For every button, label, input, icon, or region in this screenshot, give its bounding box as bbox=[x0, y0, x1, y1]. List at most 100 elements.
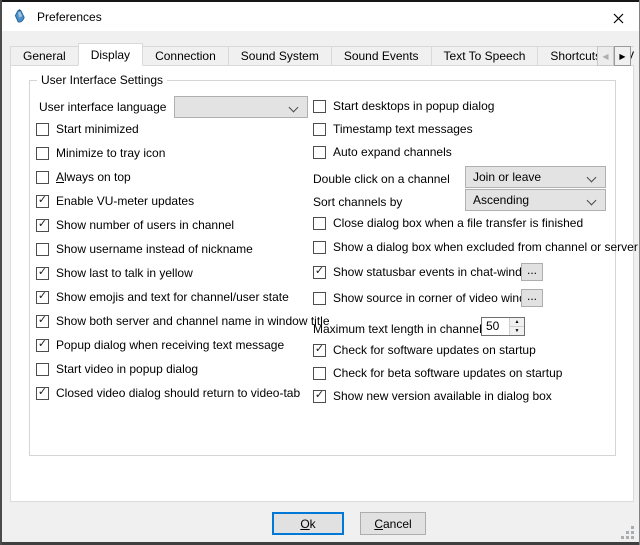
checkbox-label[interactable]: Show number of users in channel bbox=[56, 218, 234, 232]
checkbox-row[interactable]: Start desktops in popup dialog bbox=[313, 97, 494, 115]
display-tab-page: User Interface Settings User interface l… bbox=[10, 65, 634, 502]
checkbox-label[interactable]: Show emojis and text for channel/user st… bbox=[56, 290, 289, 304]
checkbox-label[interactable]: Show username instead of nickname bbox=[56, 242, 253, 256]
checkbox-row[interactable]: Minimize to tray icon bbox=[36, 144, 165, 162]
tab-sound-system[interactable]: Sound System bbox=[228, 46, 332, 66]
video-source-more-button[interactable]: ... bbox=[521, 289, 543, 307]
checkbox-row[interactable]: Show last to talk in yellow bbox=[36, 264, 193, 282]
checkbox-row[interactable]: Check for beta software updates on start… bbox=[313, 364, 562, 382]
checkbox[interactable] bbox=[313, 292, 326, 305]
checkbox-row[interactable]: Show both server and channel name in win… bbox=[36, 312, 330, 330]
cancel-button-label: Cancel bbox=[374, 517, 411, 531]
checkbox-row[interactable]: Close dialog box when a file transfer is… bbox=[313, 214, 583, 232]
checkbox-label[interactable]: Show statusbar events in chat-window bbox=[333, 265, 537, 279]
sort-channels-label: Sort channels by bbox=[313, 195, 402, 209]
checkbox-label[interactable]: Check for beta software updates on start… bbox=[333, 366, 562, 380]
checkbox[interactable] bbox=[313, 100, 326, 113]
close-icon[interactable] bbox=[609, 9, 627, 27]
spinner-up-icon[interactable]: ▲ bbox=[510, 318, 524, 327]
checkbox-label[interactable]: Timestamp text messages bbox=[333, 122, 473, 136]
checkbox-row[interactable]: Start minimized bbox=[36, 120, 139, 138]
checkbox-row[interactable]: Timestamp text messages bbox=[313, 120, 473, 138]
max-text-length-value[interactable]: 50 bbox=[482, 318, 509, 335]
double-click-select[interactable]: Join or leave bbox=[465, 166, 606, 188]
checkbox-row[interactable]: Show username instead of nickname bbox=[36, 240, 253, 258]
checkbox-row[interactable]: Start video in popup dialog bbox=[36, 360, 198, 378]
tab-connection[interactable]: Connection bbox=[142, 46, 229, 66]
resize-grip[interactable] bbox=[621, 526, 635, 540]
tab-text-to-speech[interactable]: Text To Speech bbox=[431, 46, 539, 66]
checkbox-label[interactable]: Start minimized bbox=[56, 122, 139, 136]
checkbox-label[interactable]: Enable VU-meter updates bbox=[56, 194, 194, 208]
checkbox[interactable] bbox=[313, 146, 326, 159]
checkbox-row[interactable]: Show new version available in dialog box bbox=[313, 387, 552, 405]
checkbox[interactable] bbox=[36, 339, 49, 352]
checkbox-label[interactable]: Auto expand channels bbox=[333, 145, 452, 159]
ok-button[interactable]: Ok bbox=[272, 512, 344, 535]
cancel-button[interactable]: Cancel bbox=[360, 512, 426, 535]
checkbox[interactable] bbox=[36, 291, 49, 304]
group-title: User Interface Settings bbox=[37, 73, 167, 87]
checkbox-label[interactable]: Popup dialog when receiving text message bbox=[56, 338, 284, 352]
max-text-length-spinner[interactable]: 50 ▲ ▼ bbox=[481, 317, 525, 336]
max-text-length-label-row: Maximum text length in channel list bbox=[313, 320, 500, 338]
double-click-label-row: Double click on a channel bbox=[313, 170, 450, 188]
checkbox[interactable] bbox=[36, 363, 49, 376]
checkbox-row[interactable]: Show source in corner of video window bbox=[313, 289, 541, 307]
checkbox-row[interactable]: Show emojis and text for channel/user st… bbox=[36, 288, 289, 306]
checkbox[interactable] bbox=[36, 171, 49, 184]
tab-display[interactable]: Display bbox=[78, 43, 143, 66]
checkbox-label[interactable]: Minimize to tray icon bbox=[56, 146, 165, 160]
checkbox-row[interactable]: Auto expand channels bbox=[313, 143, 452, 161]
checkbox-row[interactable]: Popup dialog when receiving text message bbox=[36, 336, 284, 354]
checkbox-label[interactable]: Show new version available in dialog box bbox=[333, 389, 552, 403]
checkbox-label[interactable]: Show both server and channel name in win… bbox=[56, 314, 330, 328]
tab-general[interactable]: General bbox=[10, 46, 79, 66]
checkbox-row[interactable]: Show statusbar events in chat-window bbox=[313, 263, 537, 281]
checkbox-label[interactable]: Closed video dialog should return to vid… bbox=[56, 386, 300, 400]
checkbox[interactable] bbox=[313, 266, 326, 279]
tab-bar: General Display Connection Sound System … bbox=[10, 43, 634, 66]
checkbox-label[interactable]: Show a dialog box when excluded from cha… bbox=[333, 240, 638, 254]
checkbox-row[interactable]: Check for software updates on startup bbox=[313, 341, 536, 359]
checkbox[interactable] bbox=[36, 123, 49, 136]
checkbox[interactable] bbox=[36, 195, 49, 208]
checkbox[interactable] bbox=[36, 387, 49, 400]
checkbox[interactable] bbox=[36, 267, 49, 280]
checkbox[interactable] bbox=[36, 147, 49, 160]
spinner-down-icon[interactable]: ▼ bbox=[510, 327, 524, 335]
checkbox-label[interactable]: Check for software updates on startup bbox=[333, 343, 536, 357]
double-click-value: Join or leave bbox=[473, 170, 541, 184]
checkbox[interactable] bbox=[313, 241, 326, 254]
checkbox[interactable] bbox=[36, 315, 49, 328]
language-row: User interface language bbox=[36, 98, 166, 116]
checkbox-row[interactable]: Show a dialog box when excluded from cha… bbox=[313, 238, 638, 256]
checkbox-label[interactable]: Start desktops in popup dialog bbox=[333, 99, 494, 113]
checkbox-label[interactable]: Always on top bbox=[56, 170, 131, 184]
checkbox-row[interactable]: Show number of users in channel bbox=[36, 216, 234, 234]
checkbox[interactable] bbox=[36, 219, 49, 232]
sort-channels-select[interactable]: Ascending bbox=[465, 189, 606, 211]
checkbox[interactable] bbox=[313, 367, 326, 380]
checkbox-label[interactable]: Start video in popup dialog bbox=[56, 362, 198, 376]
language-select[interactable] bbox=[174, 96, 308, 118]
sort-channels-value: Ascending bbox=[473, 193, 529, 207]
checkbox[interactable] bbox=[313, 123, 326, 136]
checkbox-label[interactable]: Show source in corner of video window bbox=[333, 291, 541, 305]
checkbox[interactable] bbox=[36, 243, 49, 256]
checkbox-label[interactable]: Close dialog box when a file transfer is… bbox=[333, 216, 583, 230]
checkbox[interactable] bbox=[313, 217, 326, 230]
ok-button-label: Ok bbox=[300, 517, 315, 531]
checkbox-label[interactable]: Show last to talk in yellow bbox=[56, 266, 193, 280]
tab-scroll-left-icon[interactable]: ◀ bbox=[597, 46, 614, 66]
tab-sound-events[interactable]: Sound Events bbox=[331, 46, 432, 66]
checkbox-row[interactable]: Always on top bbox=[36, 168, 131, 186]
checkbox[interactable] bbox=[313, 344, 326, 357]
statusbar-events-more-button[interactable]: ... bbox=[521, 263, 543, 281]
checkbox[interactable] bbox=[313, 390, 326, 403]
tab-scroll-right-icon[interactable]: ▶ bbox=[614, 46, 631, 66]
checkbox-row[interactable]: Enable VU-meter updates bbox=[36, 192, 194, 210]
sort-channels-label-row: Sort channels by bbox=[313, 193, 402, 211]
checkbox-row[interactable]: Closed video dialog should return to vid… bbox=[36, 384, 300, 402]
max-text-length-label: Maximum text length in channel list bbox=[313, 322, 500, 336]
